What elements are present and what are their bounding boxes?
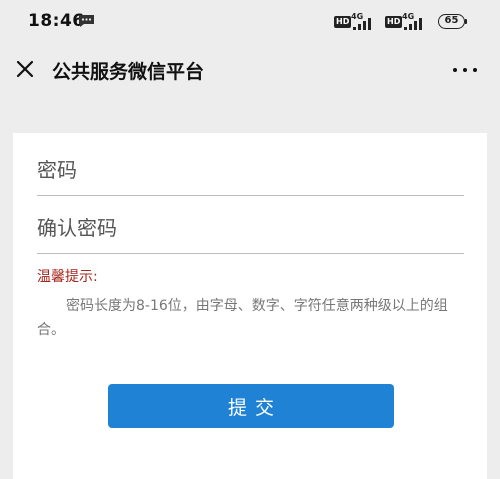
- tips-text: 密码长度为8-16位，由字母、数字、字符任意两种级以上的组合。: [37, 298, 448, 338]
- password-field[interactable]: [37, 145, 464, 196]
- signal-icon: [404, 18, 422, 30]
- message-icon: [79, 15, 94, 27]
- more-icon[interactable]: [448, 60, 482, 80]
- tips-title: 温馨提示:: [37, 269, 98, 285]
- password-form-card: 温馨提示: 密码长度为8-16位，由字母、数字、字符任意两种级以上的组合。 提交: [13, 133, 487, 479]
- confirm-password-input[interactable]: [37, 211, 457, 245]
- confirm-password-field[interactable]: [37, 203, 464, 254]
- signal-icon: [353, 18, 371, 30]
- battery-level: 65: [438, 14, 465, 29]
- nav-bar: 公共服务微信平台: [0, 44, 500, 96]
- signal-group-1: HD 4G: [334, 12, 378, 32]
- status-time: 18:46: [28, 11, 85, 31]
- password-input[interactable]: [37, 153, 457, 187]
- page-title: 公共服务微信平台: [52, 61, 205, 83]
- status-bar: 18:46 HD 4G HD 4G 65: [0, 0, 500, 44]
- close-icon[interactable]: [12, 56, 38, 82]
- more-dot: [473, 68, 477, 72]
- more-dot: [463, 68, 467, 72]
- battery-tip: [465, 19, 467, 24]
- hd-badge: HD: [385, 16, 403, 28]
- signal-group-2: HD 4G: [385, 12, 429, 32]
- submit-button[interactable]: 提交: [108, 384, 394, 428]
- hd-badge: HD: [334, 16, 352, 28]
- more-dot: [453, 68, 457, 72]
- battery-icon: 65: [438, 14, 468, 30]
